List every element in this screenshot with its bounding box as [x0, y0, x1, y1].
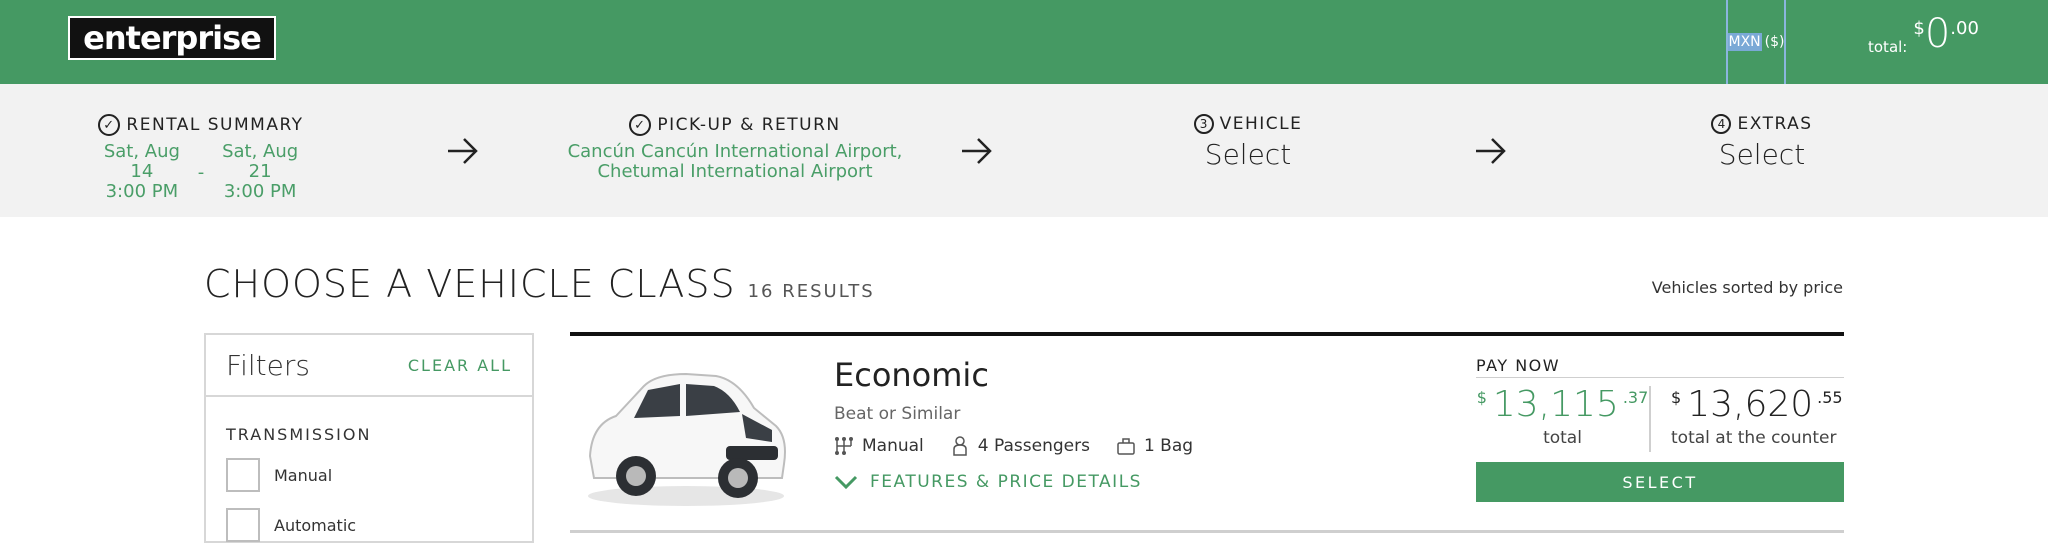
- car-image: [588, 372, 786, 506]
- return-time: 3:00 PM: [223, 181, 297, 202]
- price-symbol: $: [1671, 388, 1682, 407]
- step-rental-summary[interactable]: ✓ RENTAL SUMMARY Sat, Aug 14 3:00 PM - S…: [96, 114, 306, 202]
- filters-title: Filters: [226, 348, 310, 382]
- active-step-caret: [1230, 279, 1274, 301]
- filter-option-automatic[interactable]: Automatic: [226, 508, 512, 542]
- price-counter: $ 13,620 .55 total at the counter: [1649, 386, 1844, 452]
- return-location: Chetumal International Airport: [597, 161, 873, 182]
- vehicle-card: Economic Beat or Similar Manual 4 Passen…: [570, 332, 1844, 532]
- currency-symbol: ($): [1764, 34, 1785, 50]
- price-symbol: $: [1476, 388, 1487, 407]
- feature-label: 1 Bag: [1143, 436, 1194, 456]
- page-title: CHOOSE A VEHICLE CLASS 16 RESULTS: [204, 262, 875, 306]
- gear-shift-icon: [835, 437, 853, 455]
- total-label: total:: [1868, 38, 1908, 56]
- person-icon: [953, 436, 967, 456]
- filter-option-label: Manual: [274, 465, 333, 485]
- total-cents: .00: [1950, 18, 1979, 39]
- return-date: Sat, Aug 21: [222, 141, 299, 182]
- feature-label: 4 Passengers: [977, 436, 1090, 456]
- feature-label: Manual: [862, 436, 924, 456]
- step-extras[interactable]: 4 EXTRAS Select: [1662, 114, 1862, 171]
- vehicle-features: Manual 4 Passengers 1 Bag: [834, 436, 1193, 456]
- price-amount: 13,115: [1492, 384, 1619, 425]
- header-total: total: $ 0 .00: [1868, 14, 1979, 56]
- price-cents: .37: [1622, 388, 1649, 407]
- total-amount: 0: [1924, 11, 1951, 57]
- step-title: EXTRAS: [1737, 114, 1813, 134]
- price-block: $ 13,115 .37 total $ 13,620 .55 total at…: [1476, 386, 1844, 452]
- top-header: enterprise MXN ($) total: $ 0 .00: [0, 0, 2048, 86]
- step-number-4-icon: 4: [1711, 114, 1732, 134]
- filter-option-manual[interactable]: Manual: [226, 458, 512, 492]
- step-value: Select: [1718, 138, 1806, 171]
- pickup-date: Sat, Aug 14: [103, 141, 180, 182]
- transmission-filter-title: TRANSMISSION: [226, 425, 372, 444]
- pickup-location: Cancún Cancún International Airport,: [567, 141, 903, 162]
- step-pickup-return[interactable]: ✓ PICK-UP & RETURN Cancún Cancún Interna…: [565, 114, 905, 182]
- feature-transmission: Manual: [834, 436, 924, 456]
- automatic-checkbox[interactable]: [226, 508, 260, 542]
- enterprise-logo[interactable]: enterprise: [68, 16, 276, 60]
- arrow-right-icon: [448, 138, 478, 164]
- price-pay-now: $ 13,115 .37 total: [1476, 386, 1649, 452]
- currency-code: MXN: [1727, 33, 1762, 51]
- feature-passengers: 4 Passengers: [950, 436, 1090, 456]
- sort-info: Vehicles sorted by price: [1651, 278, 1843, 297]
- step-vehicle[interactable]: 3 VEHICLE Select: [1148, 114, 1348, 171]
- clear-all-button[interactable]: CLEAR ALL: [408, 356, 512, 375]
- price-label: total: [1543, 428, 1582, 448]
- bag-icon: [1117, 438, 1135, 455]
- arrow-right-icon: [962, 138, 992, 164]
- vehicle-similar: Beat or Similar: [834, 404, 961, 424]
- booking-steps: ✓ RENTAL SUMMARY Sat, Aug 14 3:00 PM - S…: [0, 84, 2048, 301]
- price-amount: 13,620: [1687, 384, 1814, 425]
- select-vehicle-button[interactable]: SELECT: [1476, 462, 1844, 502]
- chevron-down-icon: [834, 475, 858, 490]
- pay-now-label: PAY NOW: [1476, 356, 1844, 378]
- feature-bags: 1 Bag: [1116, 436, 1193, 456]
- price-label: total at the counter: [1671, 428, 1837, 448]
- check-circle-icon: ✓: [629, 114, 652, 136]
- filters-panel: Filters CLEAR ALL TRANSMISSION Manual Au…: [204, 333, 534, 543]
- check-circle-icon: ✓: [98, 114, 121, 136]
- step-title: VEHICLE: [1219, 114, 1303, 134]
- card-divider: [570, 530, 1844, 533]
- logo-text: enterprise: [83, 19, 262, 57]
- vehicle-name: Economic: [834, 356, 989, 394]
- step-title: PICK-UP & RETURN: [657, 115, 841, 135]
- date-separator: -: [197, 161, 205, 183]
- details-link-label: FEATURES & PRICE DETAILS: [870, 472, 1142, 492]
- filter-option-label: Automatic: [274, 515, 357, 535]
- step-title: RENTAL SUMMARY: [126, 115, 304, 135]
- features-price-details-link[interactable]: FEATURES & PRICE DETAILS: [834, 472, 1142, 492]
- price-cents: .55: [1817, 388, 1843, 407]
- step-number-3-icon: 3: [1193, 114, 1214, 134]
- total-dollar-sign: $: [1913, 18, 1925, 39]
- step-value: Select: [1204, 138, 1292, 171]
- currency-selector[interactable]: MXN ($): [1726, 0, 1786, 86]
- page-heading: CHOOSE A VEHICLE CLASS: [204, 262, 736, 306]
- arrow-right-icon: [1476, 138, 1506, 164]
- results-count: 16 RESULTS: [747, 281, 875, 302]
- manual-checkbox[interactable]: [226, 458, 260, 492]
- pickup-time: 3:00 PM: [105, 181, 179, 202]
